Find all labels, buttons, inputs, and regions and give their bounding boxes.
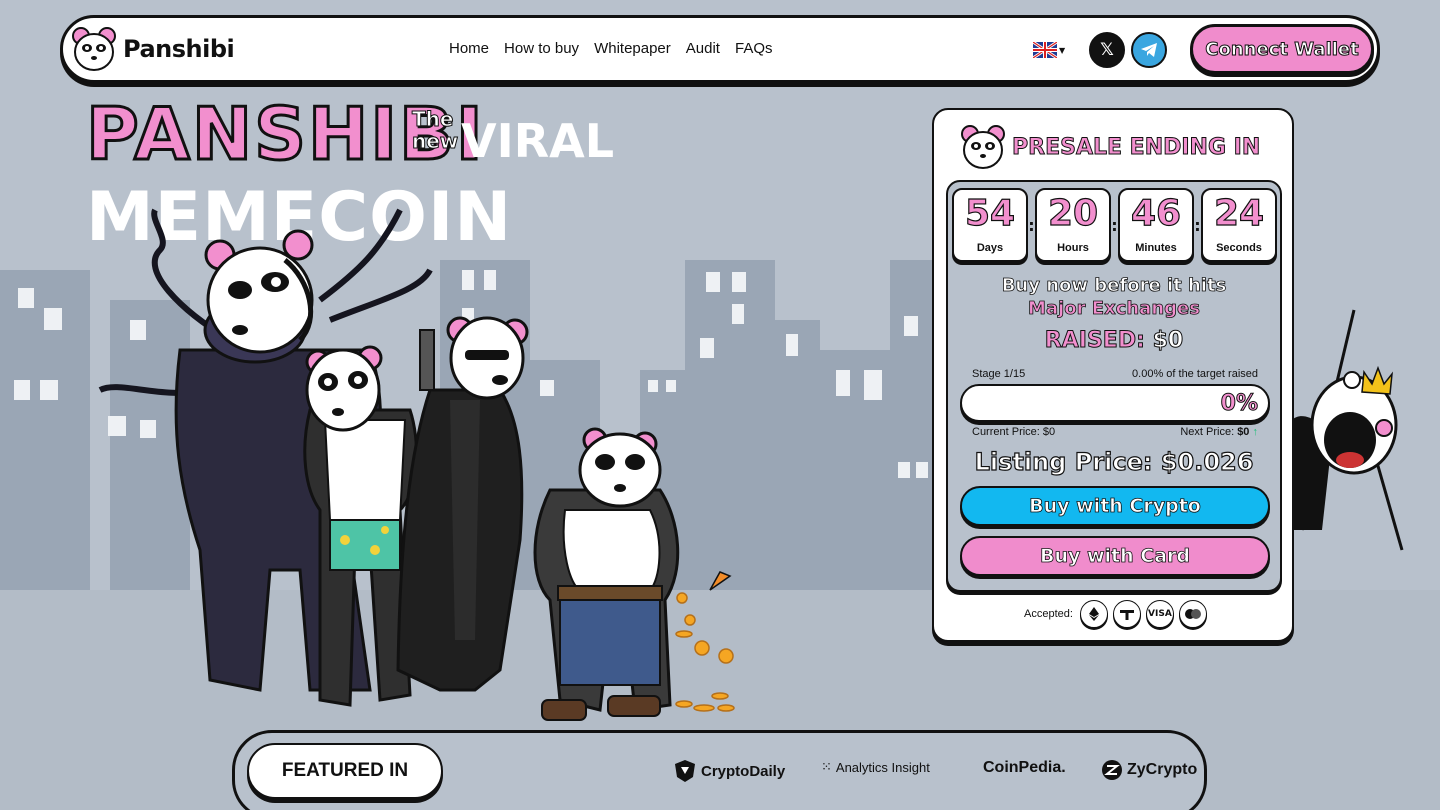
- listing-price: Listing Price: $0.026: [974, 447, 1254, 476]
- stage-row: Stage 1/15 0.00% of the target raised: [972, 368, 1258, 380]
- countdown-timer: 54 Days : 20 Hours : 46 Minutes : 24 Sec…: [952, 188, 1277, 262]
- timer-minutes-value: 46: [1130, 193, 1182, 234]
- x-twitter-icon[interactable]: 𝕏: [1089, 32, 1125, 68]
- featured-in-bar: FEATURED IN CryptoDaily ⁙ Analytics Insi…: [232, 730, 1207, 810]
- target-raised-label: 0.00% of the target raised: [1132, 368, 1258, 380]
- timer-minutes: 46 Minutes: [1118, 188, 1194, 262]
- timer-separator: :: [1111, 215, 1118, 235]
- current-price: Current Price: $0: [972, 426, 1056, 438]
- panda-logo-icon: [72, 27, 116, 71]
- media-zycrypto[interactable]: ZyCrypto: [1101, 759, 1197, 781]
- media-cryptodaily[interactable]: CryptoDaily: [673, 759, 785, 783]
- nav-link-how-to-buy[interactable]: How to buy: [504, 40, 579, 57]
- raised-amount: RAISED: $0: [948, 328, 1280, 354]
- mastercard-icon: [1178, 600, 1207, 628]
- navbar: Panshibi Home How to buy Whitepaper Audi…: [60, 15, 1380, 83]
- connect-wallet-button[interactable]: Connect Wallet: [1190, 24, 1374, 74]
- presale-header: PRESALE ENDING IN: [958, 122, 1261, 172]
- analytics-insight-logo-icon: ⁙: [821, 759, 832, 774]
- media-analytics-insight[interactable]: ⁙ Analytics Insight: [821, 759, 930, 775]
- uk-flag-icon: [1033, 42, 1057, 58]
- timer-hours-label: Hours: [1057, 242, 1089, 254]
- hero-tagline-the-new: The new: [411, 107, 459, 153]
- media-zycrypto-text: ZyCrypto: [1127, 761, 1198, 778]
- cryptodaily-logo-icon: [675, 760, 695, 782]
- accepted-label: Accepted:: [1024, 608, 1073, 620]
- timer-separator: :: [1028, 215, 1035, 235]
- visa-text: VISA: [1148, 609, 1172, 619]
- timer-separator: :: [1194, 215, 1201, 235]
- hero-the: The: [411, 107, 454, 131]
- timer-seconds-value: 24: [1213, 193, 1265, 234]
- raised-value: $0: [1152, 328, 1184, 354]
- presale-progress-bar: 0%: [960, 384, 1270, 422]
- language-selector[interactable]: ▼: [1033, 42, 1065, 58]
- accepted-payments: Accepted: VISA: [1024, 600, 1207, 628]
- next-price-value: $0: [1237, 426, 1250, 438]
- chevron-down-icon: ▼: [1059, 45, 1066, 55]
- telegram-icon[interactable]: [1131, 32, 1167, 68]
- buy-with-crypto-button[interactable]: Buy with Crypto: [960, 486, 1270, 526]
- arrow-up-icon: ↑: [1252, 426, 1259, 438]
- brand-logo[interactable]: Panshibi: [69, 24, 235, 74]
- timer-days-label: Days: [976, 242, 1004, 254]
- visa-icon: VISA: [1145, 600, 1174, 628]
- zycrypto-logo-icon: [1102, 760, 1122, 780]
- timer-hours-value: 20: [1047, 193, 1099, 234]
- media-cryptodaily-text: CryptoDaily: [701, 762, 786, 780]
- next-price-label: Next Price:: [1180, 426, 1235, 438]
- panda-characters-illustration: [98, 208, 735, 721]
- raised-label: RAISED:: [1044, 328, 1145, 354]
- nav-link-faqs[interactable]: FAQs: [735, 40, 773, 57]
- presale-card: PRESALE ENDING IN 54 Days : 20 Hours : 4…: [932, 108, 1294, 642]
- timer-days-value: 54: [964, 193, 1016, 234]
- panda-logo-icon: [961, 125, 1005, 169]
- progress-percent: 0%: [1220, 391, 1258, 417]
- nav-link-audit[interactable]: Audit: [686, 40, 720, 57]
- timer-minutes-label: Minutes: [1135, 242, 1177, 254]
- media-coinpedia-text: CoinPedia.: [983, 759, 1066, 776]
- timer-hours: 20 Hours: [1035, 188, 1111, 262]
- major-exchanges-text: Major Exchanges: [1028, 298, 1201, 320]
- tether-icon: [1112, 600, 1141, 628]
- presale-heading: PRESALE ENDING IN: [1011, 134, 1261, 160]
- nav-link-home[interactable]: Home: [449, 40, 489, 57]
- timer-seconds-label: Seconds: [1216, 242, 1262, 254]
- buy-with-card-button[interactable]: Buy with Card: [960, 536, 1270, 576]
- nav-links: Home How to buy Whitepaper Audit FAQs: [449, 40, 773, 57]
- nav-link-whitepaper[interactable]: Whitepaper: [594, 40, 671, 57]
- featured-in-label: FEATURED IN: [247, 743, 443, 799]
- media-analytics-insight-text: Analytics Insight: [835, 759, 930, 775]
- presale-panel: 54 Days : 20 Hours : 46 Minutes : 24 Sec…: [946, 180, 1282, 592]
- brand-name: Panshibi: [123, 35, 235, 63]
- stage-label: Stage 1/15: [972, 368, 1026, 380]
- timer-seconds: 24 Seconds: [1201, 188, 1277, 262]
- ethereum-icon: [1079, 600, 1108, 628]
- hero-viral: VIRAL: [461, 114, 615, 168]
- buy-before-text: Buy now before it hits: [1001, 275, 1227, 297]
- timer-days: 54 Days: [952, 188, 1028, 262]
- price-row: Current Price: $0 Next Price: $0 ↑: [972, 426, 1258, 438]
- hero-new: new: [411, 129, 459, 153]
- media-coinpedia[interactable]: CoinPedia.: [983, 759, 1066, 777]
- next-price: Next Price: $0 ↑: [1180, 426, 1258, 438]
- screaming-panda-illustration: [1292, 309, 1404, 551]
